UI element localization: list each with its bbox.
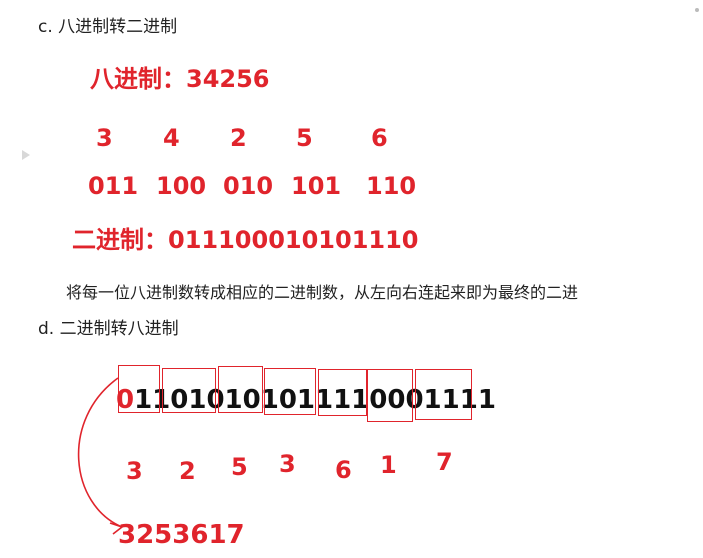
group-box: [162, 368, 216, 413]
binary-group: 011: [88, 172, 139, 200]
octal-result-digit: 3: [126, 457, 143, 485]
section-d-title: d. 二进制转八进制: [38, 319, 179, 339]
slide-nav-arrow-icon: [22, 150, 30, 160]
octal-result: 3253617: [118, 520, 245, 550]
binary-group: 100: [156, 172, 207, 200]
description-text: 将每一位八进制数转成相应的二进制数，从左向右连起来即为最终的二进: [66, 283, 579, 302]
octal-digit: 3: [96, 124, 113, 152]
group-box: [318, 369, 367, 416]
octal-digit: 5: [296, 124, 313, 152]
binary-group: 110: [366, 172, 417, 200]
group-box: [367, 369, 413, 422]
octal-result-digit: 5: [231, 453, 248, 481]
binary-label: 二进制：011100010101110: [72, 226, 419, 254]
group-box: [118, 365, 160, 413]
section-c-title: c. 八进制转二进制: [38, 17, 178, 37]
group-box: [264, 368, 316, 415]
octal-label: 八进制：34256: [90, 65, 270, 93]
octal-digit: 2: [230, 124, 247, 152]
binary-group: 101: [291, 172, 342, 200]
octal-result-digit: 2: [179, 457, 196, 485]
corner-dot-icon: [695, 8, 699, 12]
octal-result-digit: 7: [436, 448, 453, 476]
octal-digit: 6: [371, 124, 388, 152]
octal-digit: 4: [163, 124, 180, 152]
octal-result-digit: 6: [335, 456, 352, 484]
group-box: [218, 366, 263, 413]
octal-result-digit: 3: [279, 450, 296, 478]
group-box: [415, 369, 472, 420]
octal-result-digit: 1: [380, 451, 397, 479]
binary-group: 010: [223, 172, 274, 200]
